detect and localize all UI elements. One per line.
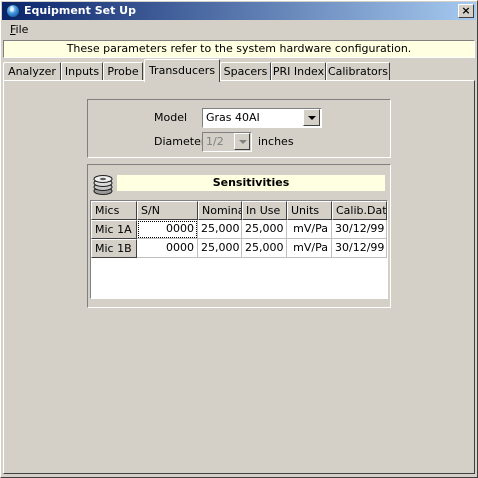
title-bar[interactable]: Equipment Set Up × [2,2,476,20]
info-banner: These parameters refer to the system har… [3,40,475,58]
diameter-dropdown-button [234,133,250,150]
tab-transducers[interactable]: Transducers [144,59,220,82]
diameter-value: 1/2 [206,135,224,148]
tab-inputs[interactable]: Inputs [61,62,103,81]
tab-probe[interactable]: Probe [103,62,143,81]
cell-nominal[interactable]: 25,000 [198,220,242,239]
menu-file-label: ile [15,23,29,36]
cell-calib-date[interactable]: 30/12/99 [332,220,387,239]
stacked-discs-icon[interactable] [92,172,114,196]
cell-calib-date[interactable]: 30/12/99 [332,239,387,258]
cell-nominal[interactable]: 25,000 [198,239,242,258]
column-header-mics[interactable]: Mics [91,201,137,220]
model-value: Gras 40AI [206,111,260,124]
column-header-calib-date[interactable]: Calib.Date [332,201,387,220]
cell-sn[interactable]: 0000 [137,220,198,239]
model-dropdown-button[interactable] [303,109,320,126]
cell-sn[interactable]: 0000 [137,239,198,258]
diameter-unit-label: inches [258,135,294,148]
close-button[interactable]: × [458,4,474,18]
model-label: Model [154,111,188,124]
sensitivities-title: Sensitivities [117,175,385,191]
model-dropdown[interactable]: Gras 40AI [202,108,322,128]
row-header-mic-1b[interactable]: Mic 1B [91,239,137,258]
row-header-mic-1a[interactable]: Mic 1A [91,220,137,239]
cell-in-use[interactable]: 25,000 [242,239,287,258]
sensitivities-grid[interactable]: Mics S/N Nominal In Use Units Calib.Date… [90,200,388,299]
diameter-dropdown: 1/2 [202,132,252,152]
diameter-label: Diameter [154,135,206,148]
chevron-down-icon [239,140,247,144]
cell-units[interactable]: mV/Pa [287,220,332,239]
column-header-in-use[interactable]: In Use [242,201,287,220]
chevron-down-icon [308,116,316,120]
column-header-units[interactable]: Units [287,201,332,220]
tab-spacers[interactable]: Spacers [220,62,271,81]
column-header-sn[interactable]: S/N [137,201,198,220]
column-header-nominal[interactable]: Nominal [198,201,242,220]
app-globe-icon-highlight [10,6,14,12]
tab-pri-index[interactable]: PRI Index [271,62,326,81]
menu-bar: File [2,21,476,39]
cell-in-use[interactable]: 25,000 [242,220,287,239]
tab-calibrators[interactable]: Calibrators [326,62,390,81]
window-title: Equipment Set Up [24,4,136,17]
menu-file[interactable]: File [8,23,30,37]
cell-units[interactable]: mV/Pa [287,239,332,258]
tab-analyzer[interactable]: Analyzer [3,62,61,81]
